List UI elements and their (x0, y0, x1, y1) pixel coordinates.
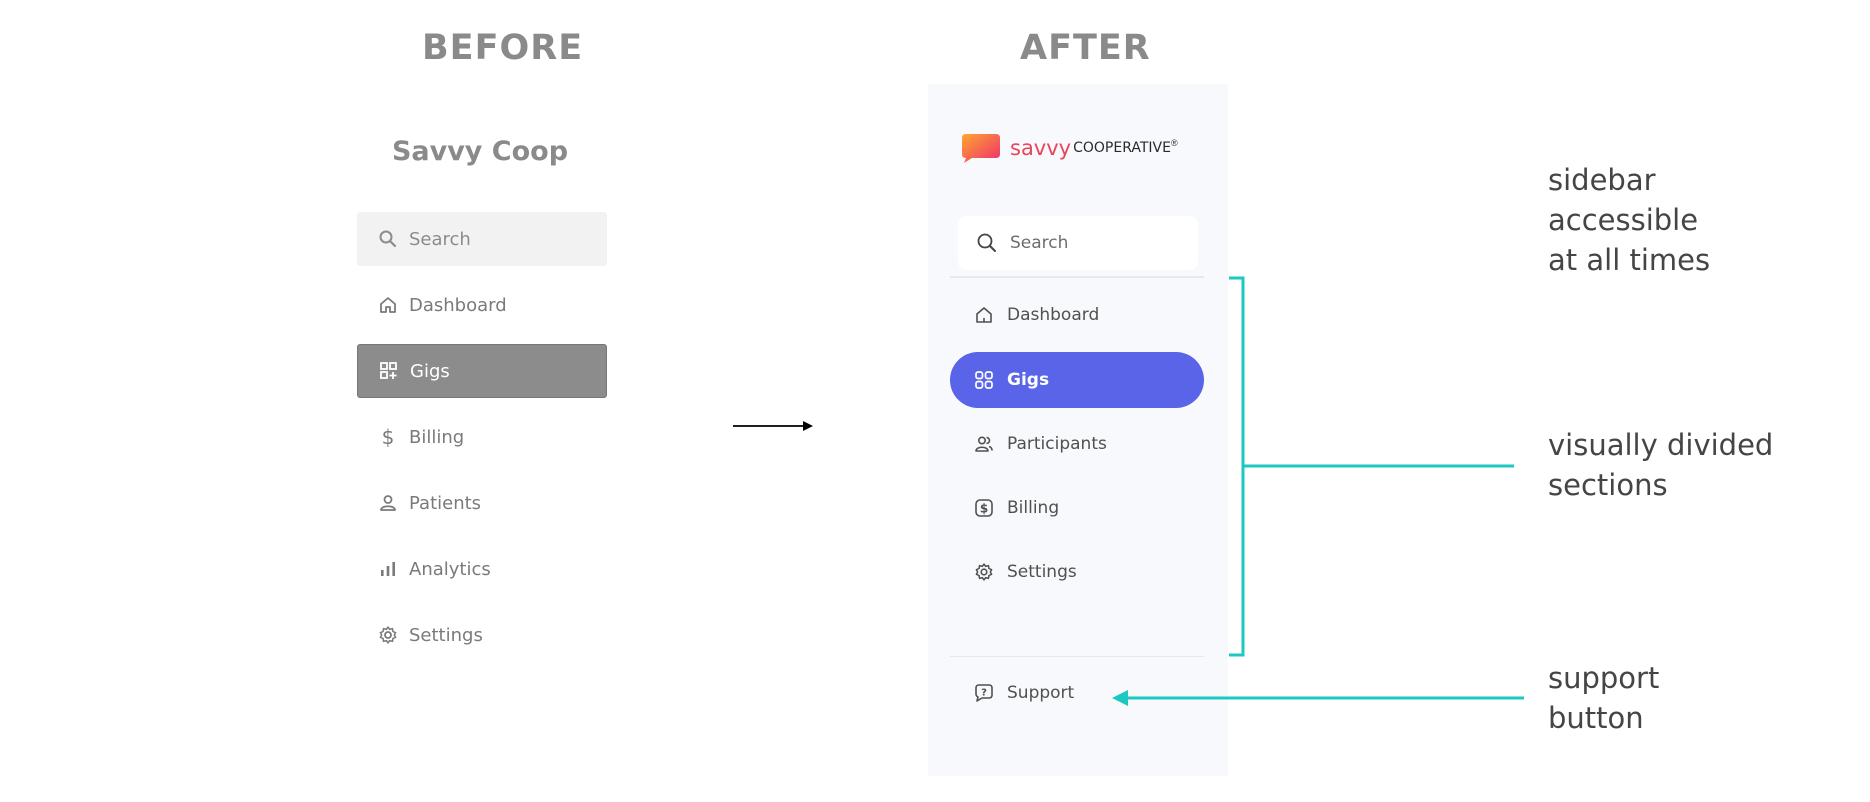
home-icon (377, 294, 399, 316)
nav-label: Dashboard (409, 294, 507, 316)
grid-plus-icon (378, 360, 400, 382)
before-nav-analytics[interactable]: Analytics (357, 542, 607, 596)
logo-registered-mark: ® (1170, 138, 1178, 148)
support-chat-icon: ? (973, 682, 995, 704)
before-nav-settings[interactable]: Settings (357, 608, 607, 662)
after-heading: AFTER (1020, 28, 1151, 68)
dollar-badge-icon: $ (973, 497, 995, 519)
brand-logo[interactable]: savvy COOPERATIVE ® (960, 132, 1178, 164)
gear-icon (973, 561, 995, 583)
section-divider-bottom (950, 656, 1204, 657)
before-app-title: Savvy Coop (391, 136, 569, 167)
nav-label: Participants (1007, 434, 1107, 454)
svg-text:?: ? (981, 688, 987, 699)
logo-bubble-icon (962, 134, 1000, 163)
support-pointer-arrow (1112, 690, 1524, 706)
after-search-input[interactable]: Search (958, 216, 1198, 270)
transition-arrow (733, 420, 813, 432)
nav-label: Billing (409, 426, 465, 448)
before-nav-billing[interactable]: $ Billing (357, 410, 607, 464)
search-placeholder: Search (1010, 233, 1069, 253)
nav-label: Support (1007, 683, 1075, 703)
nav-label: Gigs (1007, 370, 1050, 390)
nav-label: Settings (409, 624, 483, 646)
annotation-line: sidebar (1548, 163, 1656, 197)
before-nav-patients[interactable]: Patients (357, 476, 607, 530)
home-icon (973, 304, 995, 326)
before-nav-dashboard[interactable]: Dashboard (357, 278, 607, 332)
annotation-line: sections (1548, 468, 1668, 502)
search-placeholder: Search (409, 228, 471, 250)
annotation-sections: visually divided sections (1548, 425, 1773, 505)
bar-chart-icon (377, 558, 399, 580)
grid-icon (973, 369, 995, 391)
before-nav-gigs[interactable]: Gigs (357, 344, 607, 398)
people-icon (973, 433, 995, 455)
annotation-line: at all times (1548, 243, 1711, 277)
after-nav-participants[interactable]: Participants (950, 416, 1204, 472)
svg-text:$: $ (980, 502, 988, 516)
annotation-line: accessible (1548, 203, 1699, 237)
nav-label: Analytics (409, 558, 491, 580)
before-search-input[interactable]: Search (357, 212, 607, 266)
person-icon (377, 492, 399, 514)
after-nav-settings[interactable]: Settings (950, 544, 1204, 600)
nav-label: Dashboard (1007, 305, 1100, 325)
logo-coop-text: COOPERATIVE (1073, 140, 1171, 156)
annotation-line: button (1548, 701, 1644, 735)
after-nav-gigs[interactable]: Gigs (950, 352, 1204, 408)
gear-icon (377, 624, 399, 646)
annotation-sidebar: sidebar accessible at all times (1548, 160, 1710, 280)
after-nav-dashboard[interactable]: Dashboard (950, 287, 1204, 343)
nav-label: Billing (1007, 498, 1060, 518)
dollar-icon: $ (381, 425, 395, 449)
before-heading: BEFORE (422, 28, 584, 68)
nav-label: Patients (409, 492, 482, 514)
annotation-support: support button (1548, 658, 1659, 738)
search-icon (976, 232, 998, 254)
after-nav-billing[interactable]: $ Billing (950, 480, 1204, 536)
sections-bracket (1229, 276, 1514, 657)
nav-label: Settings (1007, 562, 1077, 582)
section-divider-top (950, 276, 1204, 278)
logo-savvy-text: savvy (1010, 136, 1072, 160)
search-icon (377, 228, 399, 250)
annotation-line: visually divided (1548, 428, 1774, 462)
nav-label: Gigs (410, 360, 450, 382)
